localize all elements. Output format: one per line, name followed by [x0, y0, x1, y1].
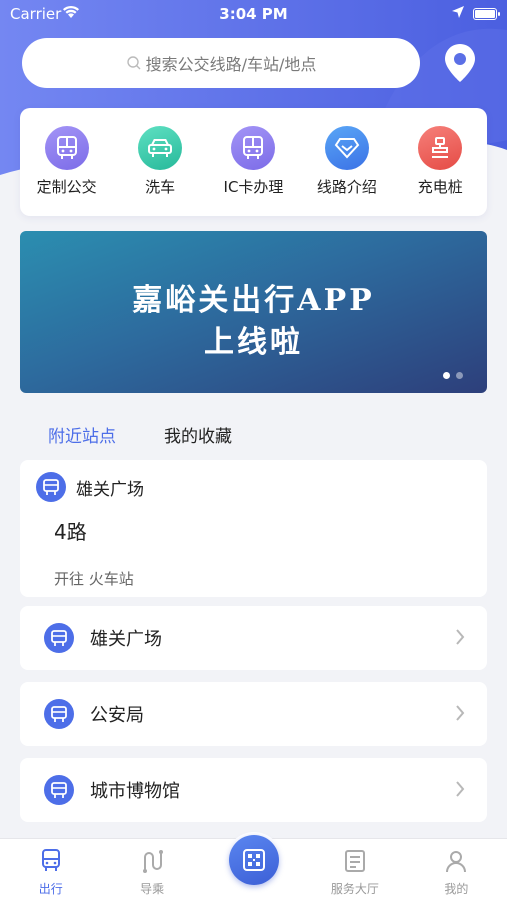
tab-label: 我的	[444, 882, 469, 896]
quick-action-label: IC卡办理	[223, 178, 284, 196]
tab-travel[interactable]: 出行	[0, 839, 101, 900]
tab-label: 导乘	[140, 882, 165, 896]
pagination-dot[interactable]	[456, 372, 463, 379]
featured-stop-header: 雄关广场	[36, 472, 144, 502]
quick-action-charger[interactable]: 充电桩	[395, 126, 485, 216]
quick-action-label: 洗车	[145, 178, 176, 196]
chevron-right-icon	[456, 781, 465, 797]
promo-banner[interactable]: 嘉峪关出行APP 上线啦	[20, 231, 487, 393]
featured-stop-card[interactable]: 雄关广场 4路 开往 火车站	[20, 460, 487, 597]
quick-action-route-intro[interactable]: 线路介绍	[302, 126, 392, 216]
search-input[interactable]: 搜索公交线路/车站/地点	[22, 38, 420, 88]
tab-service-hall[interactable]: 服务大厅	[304, 839, 405, 900]
banner-pagination	[443, 372, 463, 379]
clock: 3:04 PM	[219, 5, 288, 23]
featured-stop-name: 雄关广场	[76, 479, 144, 500]
tab-profile[interactable]: 我的	[406, 839, 507, 900]
route-icon	[143, 850, 164, 873]
car-icon	[138, 126, 183, 170]
route-number: 4路	[54, 520, 87, 544]
bus-stop-icon	[36, 472, 66, 502]
route-direction: 开往 火车站	[54, 570, 134, 588]
location-pin-icon	[445, 44, 475, 82]
list-item[interactable]: 公安局	[20, 682, 487, 746]
location-pin-button[interactable]	[441, 42, 479, 84]
location-arrow-icon	[451, 5, 465, 23]
tab-favorites[interactable]: 我的收藏	[164, 422, 232, 447]
tab-label: 出行	[38, 882, 63, 896]
bus-card-icon	[231, 126, 276, 170]
chevron-right-icon	[456, 705, 465, 721]
list-item[interactable]: 城市博物馆	[20, 758, 487, 822]
bus-icon	[44, 126, 89, 170]
banner-title: 嘉峪关出行APP	[132, 283, 375, 318]
bus-stop-icon	[44, 623, 74, 653]
banner-subtitle: 上线啦	[204, 325, 303, 360]
stop-name: 雄关广场	[90, 629, 162, 650]
list-item[interactable]: 雄关广场	[20, 606, 487, 670]
bus-icon	[41, 849, 60, 871]
tab-nearby-stops[interactable]: 附近站点	[48, 422, 116, 447]
bus-stop-icon	[44, 699, 74, 729]
pagination-dot[interactable]	[443, 372, 450, 379]
stop-name: 公安局	[90, 705, 144, 726]
diamond-icon	[324, 126, 369, 170]
quick-action-car-wash[interactable]: 洗车	[115, 126, 205, 216]
quick-action-ic-card[interactable]: IC卡办理	[208, 126, 298, 216]
tab-guide[interactable]: 导乘	[101, 839, 202, 900]
search-icon	[126, 56, 141, 70]
search-placeholder: 搜索公交线路/车站/地点	[145, 55, 317, 74]
chevron-right-icon	[456, 629, 465, 645]
battery-icon	[473, 8, 500, 20]
news-icon	[344, 850, 365, 872]
user-icon	[446, 851, 467, 873]
status-bar: Carrier 3:04 PM	[0, 0, 507, 30]
quick-action-label: 线路介绍	[316, 178, 377, 196]
scan-qr-button[interactable]	[226, 832, 282, 888]
tab-label: 服务大厅	[330, 882, 379, 896]
quick-action-custom-bus[interactable]: 定制公交	[22, 126, 112, 216]
stop-name: 城市博物馆	[90, 781, 180, 802]
quick-actions-card: 定制公交 洗车 IC卡办理 线路介绍 充电桩	[20, 108, 487, 216]
quick-action-label: 充电桩	[417, 178, 463, 196]
charger-icon	[418, 126, 463, 170]
stop-tabs: 附近站点 我的收藏	[48, 422, 232, 447]
qr-code-icon	[229, 835, 279, 885]
bus-stop-icon	[44, 775, 74, 805]
quick-action-label: 定制公交	[36, 178, 97, 196]
